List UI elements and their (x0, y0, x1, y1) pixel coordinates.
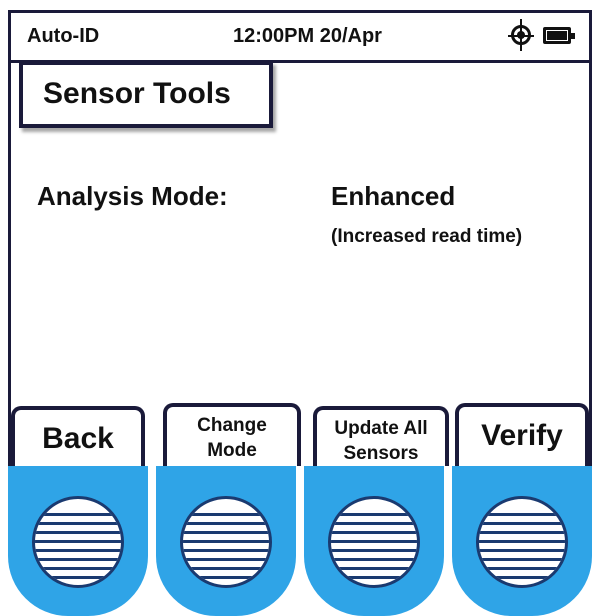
pad-stripe (331, 567, 417, 570)
hardware-keys (8, 466, 592, 616)
pad-stripe (479, 567, 565, 570)
pad-stripe (183, 576, 269, 579)
pad-stripe (331, 558, 417, 561)
pad-stripe (331, 540, 417, 543)
pad-stripe (35, 531, 121, 534)
pad-stripe (331, 576, 417, 579)
change-mode-label-line2: Mode (207, 440, 257, 461)
change-mode-label-line1: Change (197, 415, 267, 436)
update-all-label-line1: Update All (334, 418, 428, 439)
pad-stripe (183, 540, 269, 543)
pad-stripe (479, 531, 565, 534)
pad-stripe (479, 540, 565, 543)
pad-stripe (479, 513, 565, 516)
analysis-mode-note: (Increased read time) (331, 226, 523, 247)
pad-stripe (183, 549, 269, 552)
verify-softkey-label: Verify (481, 419, 563, 452)
battery-icon (543, 27, 575, 44)
pad-stripe (183, 531, 269, 534)
pad-stripe (479, 558, 565, 561)
key-pad-icon (476, 496, 568, 588)
back-softkey[interactable]: Back (11, 406, 145, 466)
pad-stripe (331, 531, 417, 534)
pad-stripe (183, 522, 269, 525)
back-softkey-label: Back (42, 422, 114, 455)
pad-stripe (35, 558, 121, 561)
key-pad-icon (32, 496, 124, 588)
update-all-label-line2: Sensors (343, 443, 419, 464)
hardware-key-3[interactable] (304, 466, 444, 616)
pad-stripe (35, 522, 121, 525)
pad-stripe (331, 513, 417, 516)
gps-target-icon (508, 25, 534, 45)
analysis-mode-value: Enhanced (331, 181, 456, 211)
pad-stripe (35, 540, 121, 543)
verify-softkey[interactable]: Verify (455, 403, 589, 466)
pad-stripe (35, 567, 121, 570)
pad-stripe (479, 522, 565, 525)
page-title: Sensor Tools (43, 77, 231, 110)
analysis-mode-label: Analysis Mode: (37, 181, 228, 211)
hardware-key-1[interactable] (8, 466, 148, 616)
pad-stripe (479, 576, 565, 579)
status-bar: Auto-ID 12:00PM 20/Apr (11, 13, 589, 63)
update-all-sensors-softkey[interactable]: Update All Sensors (313, 406, 449, 466)
pad-stripe (183, 567, 269, 570)
pad-stripe (35, 513, 121, 516)
hardware-key-2[interactable] (156, 466, 296, 616)
hardware-key-4[interactable] (452, 466, 592, 616)
pad-stripe (479, 549, 565, 552)
clock-date: 12:00PM 20/Apr (233, 25, 382, 47)
key-pad-icon (328, 496, 420, 588)
pad-stripe (183, 513, 269, 516)
change-mode-softkey[interactable]: Change Mode (163, 403, 301, 466)
pad-stripe (331, 522, 417, 525)
key-pad-icon (180, 496, 272, 588)
device-screen: Auto-ID 12:00PM 20/Apr Sensor Tools Anal… (8, 10, 592, 466)
pad-stripe (35, 549, 121, 552)
pad-stripe (183, 558, 269, 561)
pad-stripe (35, 576, 121, 579)
page-title-box: Sensor Tools (19, 61, 273, 128)
pad-stripe (331, 549, 417, 552)
app-name: Auto-ID (27, 25, 100, 47)
